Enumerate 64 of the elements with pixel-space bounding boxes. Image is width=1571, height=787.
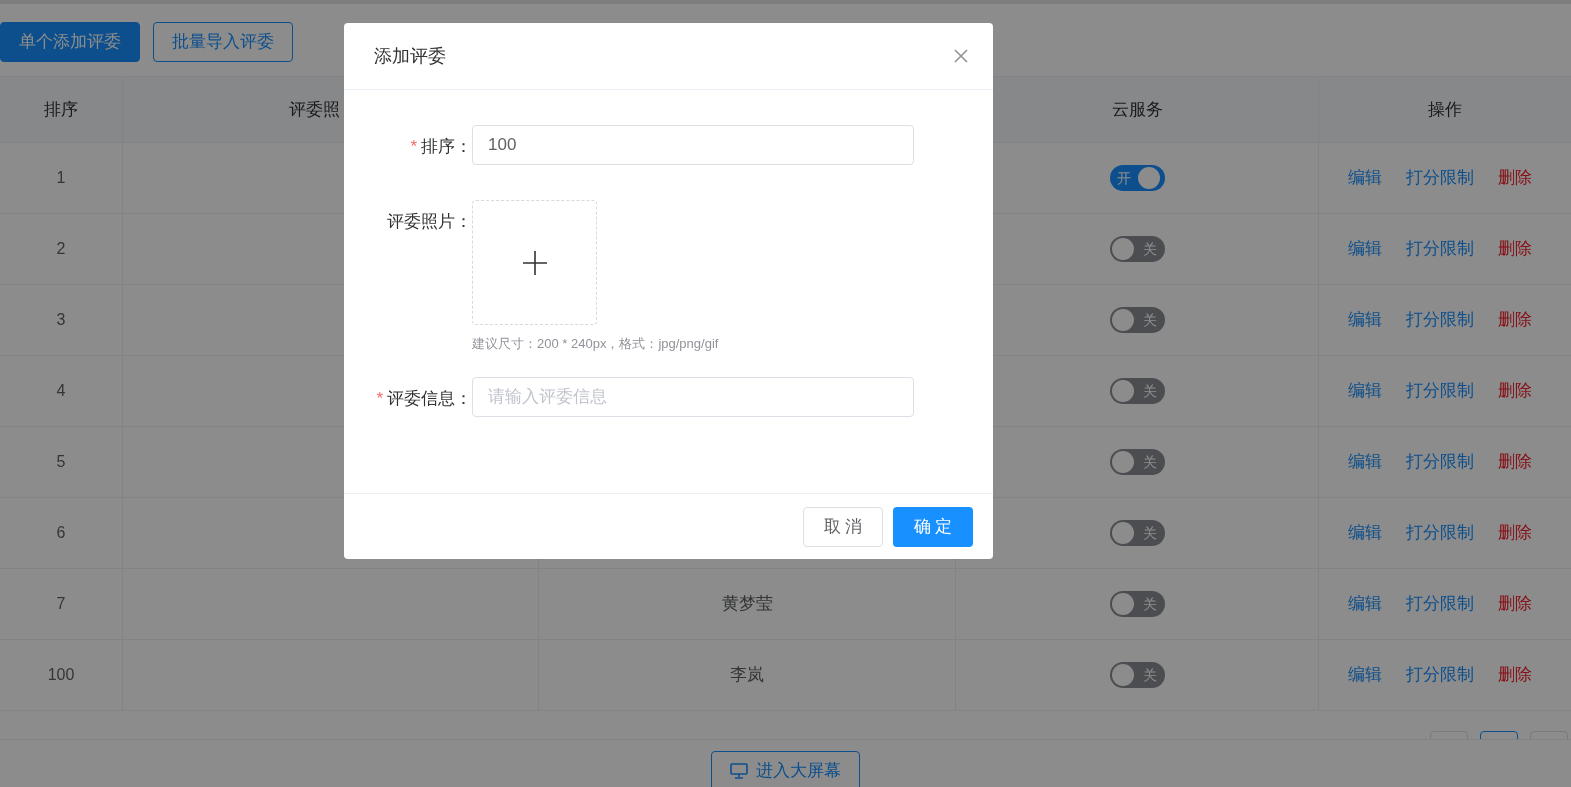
action-link[interactable]: 编辑 [1348,662,1382,688]
delete-link[interactable]: 删除 [1498,378,1532,404]
toggle-switch[interactable]: 关 [1109,378,1165,404]
delete-link[interactable]: 删除 [1498,662,1532,688]
delete-link[interactable]: 删除 [1498,520,1532,546]
action-link[interactable]: 编辑 [1348,449,1382,475]
action-link[interactable]: 编辑 [1348,307,1382,333]
action-link[interactable]: 编辑 [1348,165,1382,191]
delete-link[interactable]: 删除 [1498,591,1532,617]
field-label: 评委照片： [387,211,472,233]
toggle-switch[interactable]: 关 [1109,591,1165,617]
toggle-switch[interactable]: 关 [1109,449,1165,475]
field-label: 排序： [421,136,472,158]
column-header: 云服务 [1111,98,1163,121]
toggle-switch[interactable]: 开 [1109,165,1165,191]
action-link[interactable]: 打分限制 [1406,520,1474,546]
field-label: 评委信息： [387,387,472,410]
delete-link[interactable]: 删除 [1498,165,1532,191]
action-link[interactable]: 打分限制 [1406,307,1474,333]
column-header: 排序 [44,98,78,121]
action-link[interactable]: 编辑 [1348,591,1382,617]
action-link[interactable]: 打分限制 [1406,236,1474,262]
dialog-title: 添加评委 [374,44,446,68]
order-cell-text: 5 [56,452,66,472]
delete-link[interactable]: 删除 [1498,236,1532,262]
upload-hint: 建议尺寸：200 * 240px，格式：jpg/png/gif [472,335,719,353]
order-cell-text: 1 [56,168,66,188]
toggle-switch[interactable]: 关 [1109,662,1165,688]
big-screen-button[interactable]: 进入大屏幕 [711,751,860,787]
judge-name: 黄梦莹 [721,593,773,616]
order-cell-text: 2 [56,239,66,259]
action-link[interactable]: 打分限制 [1406,449,1474,475]
input-field[interactable]: 请输入评委信息 [472,376,914,417]
cancel-button[interactable]: 取 消 [803,506,883,547]
required-mark: * [376,387,383,410]
column-header: 操作 [1428,98,1462,121]
column-header: 评委照 [289,98,340,121]
input-field[interactable]: 100 [472,125,914,165]
add-judge-button[interactable]: 单个添加评委 [0,22,140,62]
plus-icon [521,249,548,276]
close-icon[interactable] [953,48,969,64]
action-link[interactable]: 打分限制 [1406,662,1474,688]
action-link[interactable]: 打分限制 [1406,165,1474,191]
delete-link[interactable]: 删除 [1498,449,1532,475]
order-cell-text: 100 [47,665,75,685]
delete-link[interactable]: 删除 [1498,307,1532,333]
toggle-switch[interactable]: 关 [1109,307,1165,333]
order-cell-text: 3 [56,310,66,330]
action-link[interactable]: 编辑 [1348,236,1382,262]
action-link[interactable]: 编辑 [1348,520,1382,546]
judge-name: 李岚 [730,664,764,687]
action-link[interactable]: 编辑 [1348,378,1382,404]
upload-box[interactable] [472,200,597,325]
order-cell-text: 4 [56,381,66,401]
required-mark: * [410,136,417,158]
toggle-switch[interactable]: 关 [1109,520,1165,546]
toggle-switch[interactable]: 关 [1109,236,1165,262]
action-link[interactable]: 打分限制 [1406,378,1474,404]
order-cell-text: 6 [56,523,66,543]
monitor-icon [730,763,748,779]
action-link[interactable]: 打分限制 [1406,591,1474,617]
confirm-button[interactable]: 确 定 [893,506,973,547]
order-cell-text: 7 [56,594,66,614]
import-button[interactable]: 批量导入评委 [153,22,293,62]
